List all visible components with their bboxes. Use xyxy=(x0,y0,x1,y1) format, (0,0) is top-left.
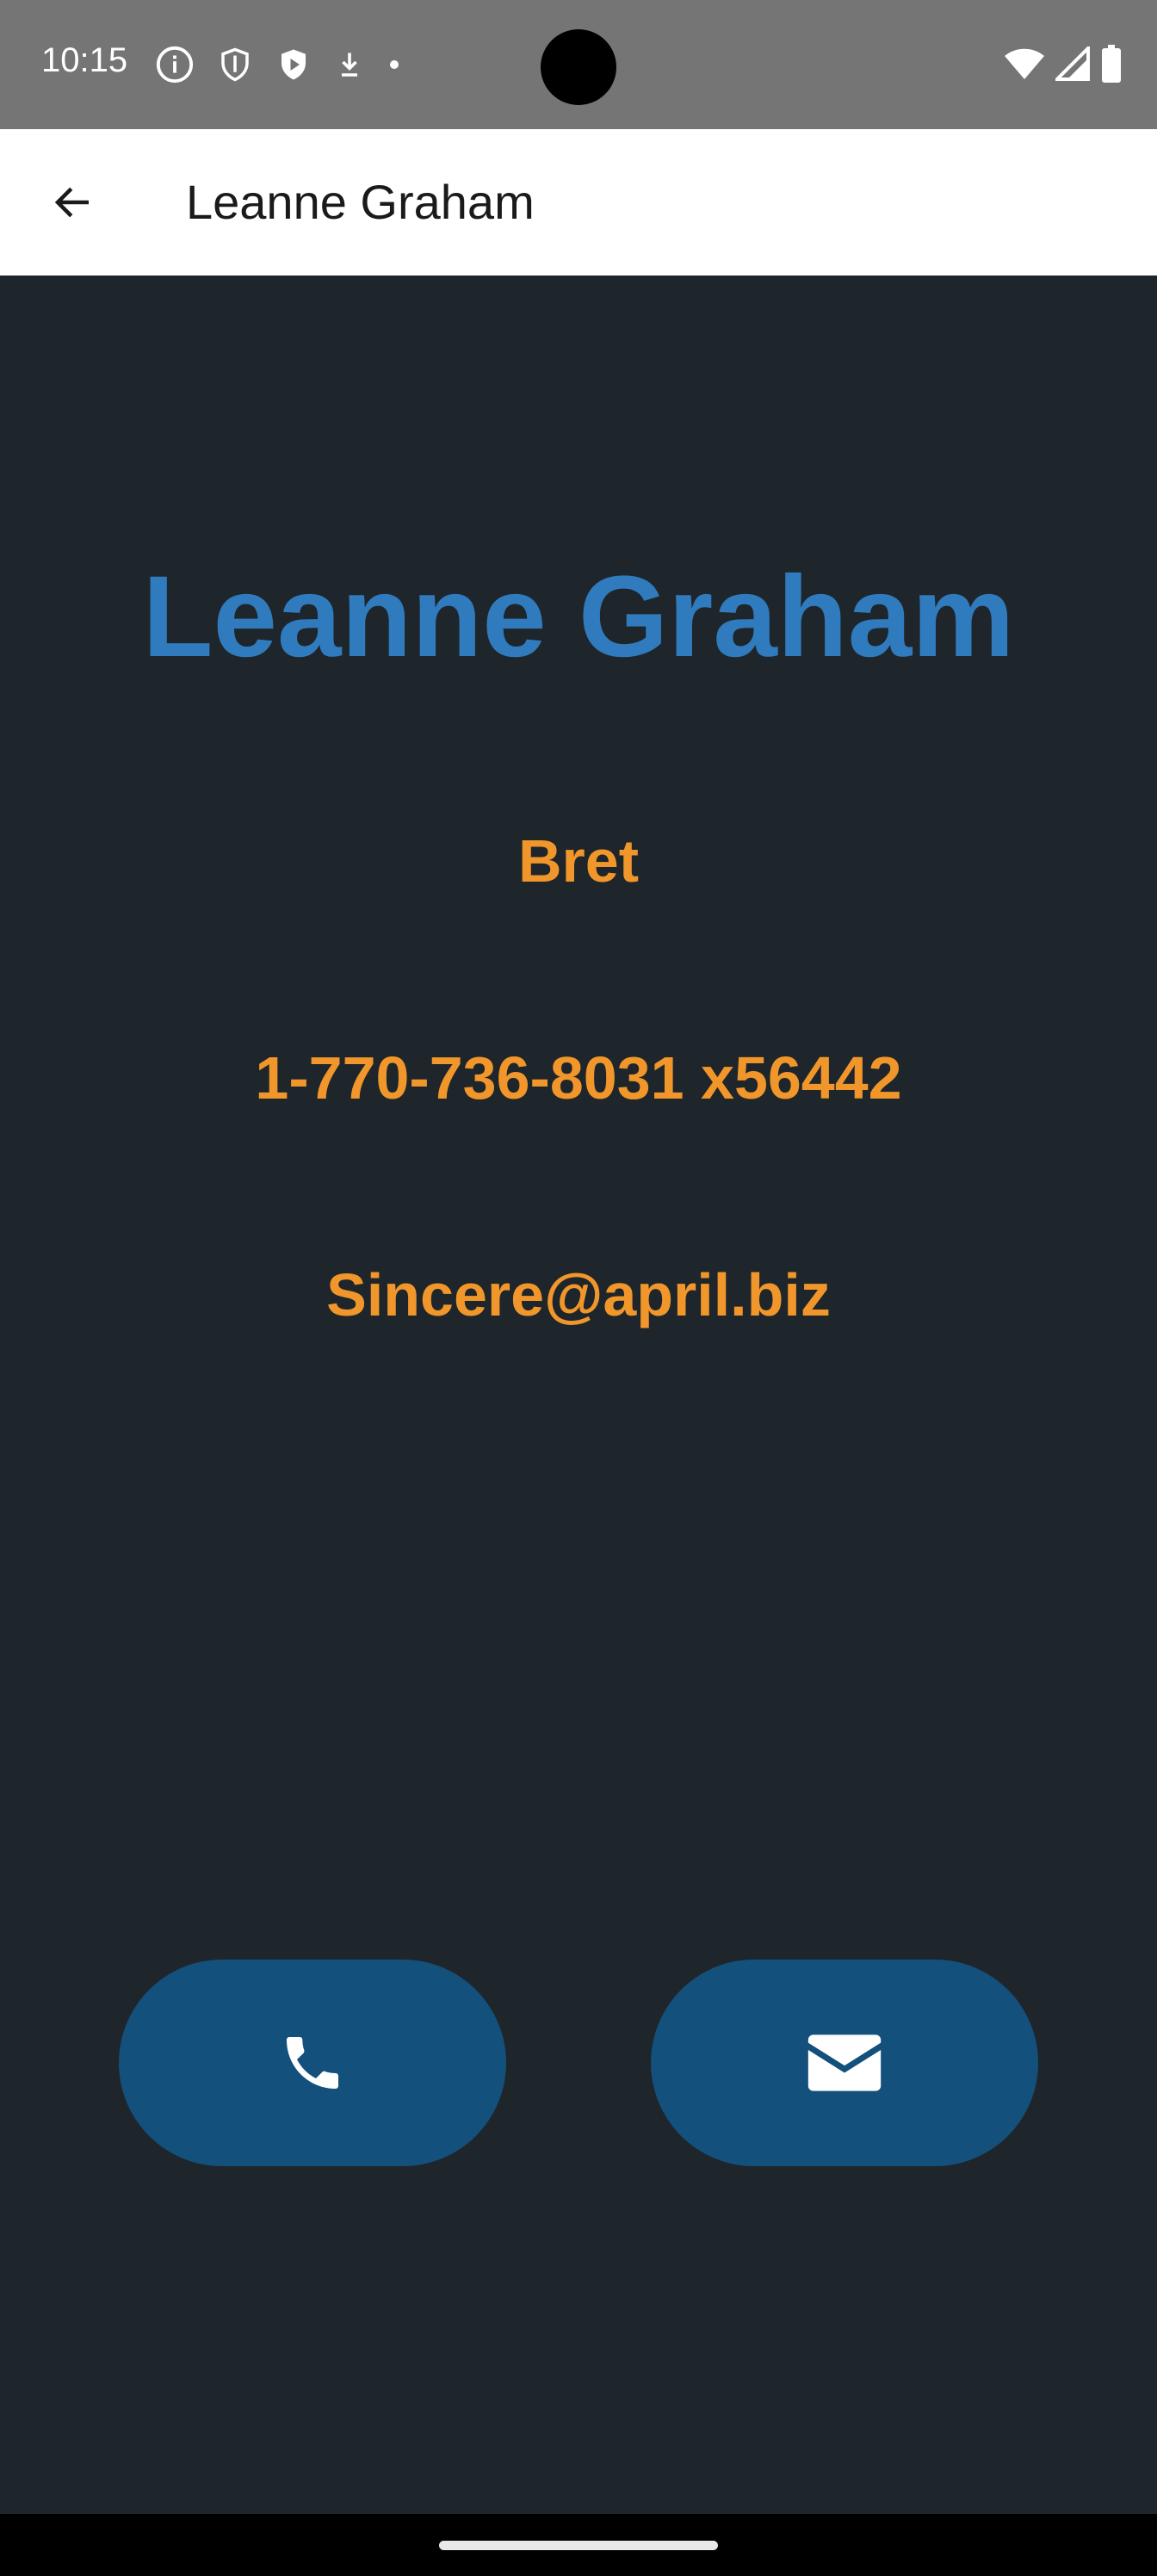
download-icon xyxy=(342,53,357,77)
contact-email: Sincere@april.biz xyxy=(326,1261,831,1328)
status-bar: 10:15 xyxy=(0,0,1157,129)
back-button[interactable] xyxy=(34,168,112,237)
status-icons-left xyxy=(155,45,401,84)
shield-icon xyxy=(221,47,249,82)
status-time: 10:15 xyxy=(41,41,128,79)
play-protect-icon xyxy=(282,49,306,80)
arrow-back-icon xyxy=(54,187,89,218)
wifi-icon xyxy=(1005,48,1044,79)
app-bar-title: Leanne Graham xyxy=(186,175,535,229)
dot-icon xyxy=(390,60,399,69)
camera-cutout xyxy=(541,29,616,105)
call-button[interactable] xyxy=(119,1960,506,2166)
app-bar: Leanne Graham xyxy=(0,129,1157,276)
battery-icon xyxy=(1102,45,1121,83)
mail-icon xyxy=(807,2034,882,2091)
signal-icon xyxy=(1055,46,1090,81)
contact-detail-screen: Leanne Graham Bret 1-770-736-8031 x56442… xyxy=(0,276,1157,2514)
info-icon xyxy=(156,46,194,84)
contact-phone: 1-770-736-8031 x56442 xyxy=(255,1044,902,1112)
status-icons-right xyxy=(1004,45,1123,83)
contact-name: Leanne Graham xyxy=(142,553,1015,681)
contact-username: Bret xyxy=(517,827,640,895)
phone-icon xyxy=(287,2037,338,2089)
email-button[interactable] xyxy=(651,1960,1038,2166)
home-indicator[interactable] xyxy=(439,2541,718,2550)
